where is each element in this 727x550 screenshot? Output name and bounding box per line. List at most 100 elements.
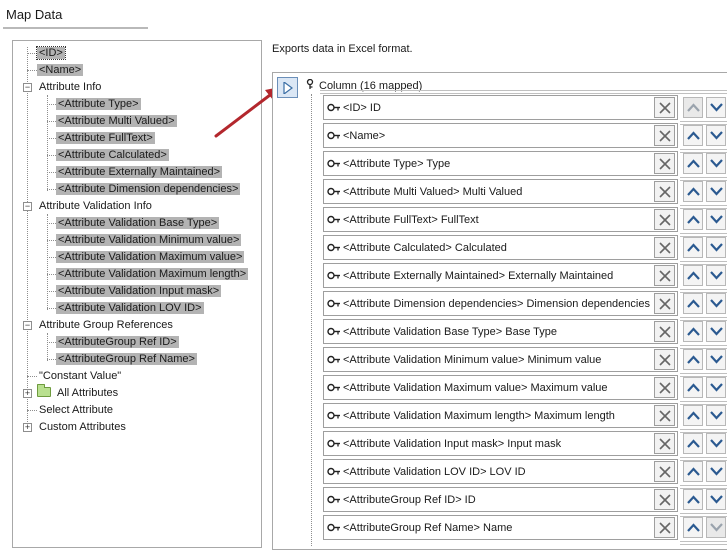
tree-item-validation-lov-id[interactable]: <Attribute Validation LOV ID> [56, 300, 204, 316]
mapping-row[interactable]: <Attribute Validation Base Type> Base Ty… [323, 319, 678, 344]
tree-line [27, 376, 37, 377]
remove-mapping-button[interactable] [654, 97, 675, 118]
tree-item-validation-maximum-value[interactable]: <Attribute Validation Maximum value> [56, 249, 245, 265]
move-down-button[interactable] [706, 377, 726, 398]
move-down-button[interactable] [706, 461, 726, 482]
remove-mapping-button[interactable] [654, 153, 675, 174]
remove-mapping-button[interactable] [654, 405, 675, 426]
mapping-row-label: <AttributeGroup Ref ID> ID [343, 494, 476, 506]
mapping-row[interactable]: <Attribute Dimension dependencies> Dimen… [323, 291, 678, 316]
move-up-button[interactable] [683, 489, 703, 510]
move-down-button[interactable] [706, 405, 726, 426]
mapping-row[interactable]: <Attribute Validation Maximum value> Max… [323, 375, 678, 400]
mapping-row[interactable]: <Attribute Validation Minimum value> Min… [323, 347, 678, 372]
remove-mapping-button[interactable] [654, 125, 675, 146]
mapping-row[interactable]: <Attribute Validation Input mask> Input … [323, 431, 678, 456]
tree-item-validation-base-type[interactable]: <Attribute Validation Base Type> [56, 215, 220, 231]
tree-item-attributegroup-ref-id[interactable]: <AttributeGroup Ref ID> [56, 334, 179, 350]
mapping-row-label: <Attribute Validation Maximum value> Max… [343, 382, 608, 394]
move-up-button[interactable] [683, 377, 703, 398]
key-icon [327, 495, 340, 504]
move-down-button[interactable] [706, 237, 726, 258]
tree-item-attribute-dimension-dependencies[interactable]: <Attribute Dimension dependencies> [56, 181, 241, 197]
tree-item-name[interactable]: <Name> [37, 62, 84, 78]
remove-mapping-button[interactable] [654, 489, 675, 510]
remove-mapping-button[interactable] [654, 321, 675, 342]
tree-item-attribute-externally-maintained[interactable]: <Attribute Externally Maintained> [56, 164, 223, 180]
remove-mapping-button[interactable] [654, 237, 675, 258]
expand-toggle-icon[interactable]: + [23, 389, 32, 398]
move-down-button[interactable] [706, 125, 726, 146]
tree-group-attribute-info[interactable]: Attribute Info [37, 79, 103, 95]
tree-item-attribute-multi-valued[interactable]: <Attribute Multi Valued> [56, 113, 177, 129]
move-up-button[interactable] [683, 517, 703, 538]
mapping-row[interactable]: <Attribute Validation Maximum length> Ma… [323, 403, 678, 428]
move-up-button[interactable] [683, 181, 703, 202]
mapping-row[interactable]: <Attribute Calculated> Calculated [323, 235, 678, 260]
move-down-button[interactable] [706, 489, 726, 510]
move-up-button[interactable] [683, 265, 703, 286]
tree-item-attribute-fulltext[interactable]: <Attribute FullText> [56, 130, 155, 146]
tree-item-validation-input-mask[interactable]: <Attribute Validation Input mask> [56, 283, 222, 299]
tree-item-validation-minimum-value[interactable]: <Attribute Validation Minimum value> [56, 232, 242, 248]
tree-item-attribute-type[interactable]: <Attribute Type> [56, 96, 141, 112]
remove-mapping-button[interactable] [654, 265, 675, 286]
collapse-toggle-icon[interactable]: − [23, 202, 32, 211]
move-up-button[interactable] [683, 461, 703, 482]
mapping-row[interactable]: <Attribute FullText> FullText [323, 207, 678, 232]
remove-mapping-button[interactable] [654, 517, 675, 538]
move-down-button[interactable] [706, 209, 726, 230]
move-up-button[interactable] [683, 433, 703, 454]
move-down-button[interactable] [706, 97, 726, 118]
remove-mapping-button[interactable] [654, 433, 675, 454]
mapping-row[interactable]: <AttributeGroup Ref ID> ID [323, 487, 678, 512]
expand-toggle-icon[interactable]: + [23, 423, 32, 432]
remove-mapping-button[interactable] [654, 181, 675, 202]
mapping-row[interactable]: <Attribute Multi Valued> Multi Valued [323, 179, 678, 204]
remove-mapping-button[interactable] [654, 349, 675, 370]
move-up-button[interactable] [683, 405, 703, 426]
move-up-button[interactable] [683, 125, 703, 146]
mapping-row[interactable]: <Attribute Validation LOV ID> LOV ID [323, 459, 678, 484]
tree-group-all-attributes[interactable]: All Attributes [37, 384, 120, 401]
add-mapping-button[interactable] [277, 77, 298, 98]
collapse-toggle-icon[interactable]: − [23, 83, 32, 92]
tree-item-select-attribute[interactable]: Select Attribute [37, 402, 115, 418]
remove-mapping-button[interactable] [654, 293, 675, 314]
move-down-button[interactable] [706, 293, 726, 314]
move-down-button[interactable] [706, 517, 726, 538]
move-down-button[interactable] [706, 433, 726, 454]
remove-mapping-button[interactable] [654, 209, 675, 230]
collapse-toggle-icon[interactable]: − [23, 321, 32, 330]
chevron-up-icon [687, 159, 700, 168]
mapping-row[interactable]: <AttributeGroup Ref Name> Name [323, 515, 678, 540]
move-up-button[interactable] [683, 349, 703, 370]
tree-item-attribute-calculated[interactable]: <Attribute Calculated> [56, 147, 169, 163]
mapping-row[interactable]: <Attribute Type> Type [323, 151, 678, 176]
move-down-button[interactable] [706, 321, 726, 342]
move-up-button[interactable] [683, 293, 703, 314]
remove-mapping-button[interactable] [654, 377, 675, 398]
tree-item-id[interactable]: <ID> [36, 45, 66, 61]
tree-item-label: <Attribute Validation Input mask> [56, 285, 222, 297]
tree-group-attribute-validation-info[interactable]: Attribute Validation Info [37, 198, 154, 214]
move-up-button[interactable] [683, 321, 703, 342]
move-up-button[interactable] [683, 153, 703, 174]
mapping-row[interactable]: <ID> ID [323, 95, 678, 120]
move-up-button[interactable] [683, 97, 703, 118]
tree-item-constant-value[interactable]: "Constant Value" [37, 368, 123, 384]
tree-item-validation-maximum-length[interactable]: <Attribute Validation Maximum length> [56, 266, 249, 282]
move-down-button[interactable] [706, 265, 726, 286]
move-up-button[interactable] [683, 237, 703, 258]
move-down-button[interactable] [706, 153, 726, 174]
tree-item-attributegroup-ref-name[interactable]: <AttributeGroup Ref Name> [56, 351, 197, 367]
move-down-button[interactable] [706, 181, 726, 202]
mapping-row[interactable]: <Attribute Externally Maintained> Extern… [323, 263, 678, 288]
tree-group-attribute-group-references[interactable]: Attribute Group References [37, 317, 175, 333]
move-up-button[interactable] [683, 209, 703, 230]
tree-group-custom-attributes[interactable]: Custom Attributes [37, 419, 128, 435]
chevron-down-icon [710, 187, 723, 196]
move-down-button[interactable] [706, 349, 726, 370]
remove-mapping-button[interactable] [654, 461, 675, 482]
mapping-row[interactable]: <Name> [323, 123, 678, 148]
